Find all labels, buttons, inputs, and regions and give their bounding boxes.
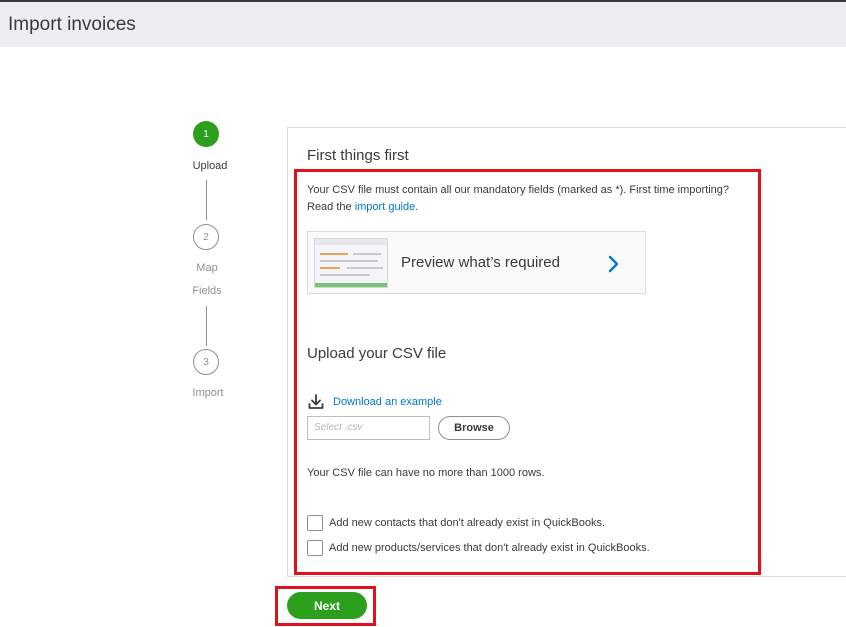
add-products-option[interactable]: Add new products/services that don't alr… [307,540,650,556]
page-title: Import invoices [8,14,136,35]
intro-text: Your CSV file must contain all our manda… [307,182,752,216]
download-example-link[interactable]: Download an example [333,396,442,408]
add-contacts-label: Add new contacts that don't already exis… [329,517,606,529]
rows-limit-note: Your CSV file can have no more than 1000… [307,467,545,479]
step-1-circle[interactable]: 1 [193,121,219,147]
step-2-label-line2: Fields [192,285,222,297]
add-products-label: Add new products/services that don't alr… [329,542,650,554]
step-2-circle[interactable]: 2 [193,224,219,250]
step-3-label: Import [192,387,224,399]
add-contacts-option[interactable]: Add new contacts that don't already exis… [307,515,605,531]
chevron-right-icon [608,255,619,273]
preview-requirements-card[interactable]: Preview what’s required [307,231,646,294]
step-3-circle[interactable]: 3 [193,349,219,375]
upload-section-title: Upload your CSV file [307,345,447,362]
download-icon [308,394,324,409]
preview-label: Preview what’s required [401,254,560,271]
step-connector [206,306,207,346]
add-contacts-checkbox[interactable] [307,515,323,531]
card-title: First things first [307,147,409,164]
import-guide-link[interactable]: import guide [355,201,416,213]
step-2-label: Map [196,262,218,274]
step-connector [206,180,207,220]
next-button[interactable]: Next [287,592,367,619]
page-header: Import invoices [0,2,846,47]
add-products-checkbox[interactable] [307,540,323,556]
browse-button[interactable]: Browse [438,416,510,440]
preview-thumbnail [314,238,388,288]
intro-text-end: . [415,201,419,213]
step-1-label: Upload [192,160,228,172]
csv-file-input[interactable]: Select .csv [307,416,430,440]
download-example[interactable]: Download an example [307,393,442,411]
